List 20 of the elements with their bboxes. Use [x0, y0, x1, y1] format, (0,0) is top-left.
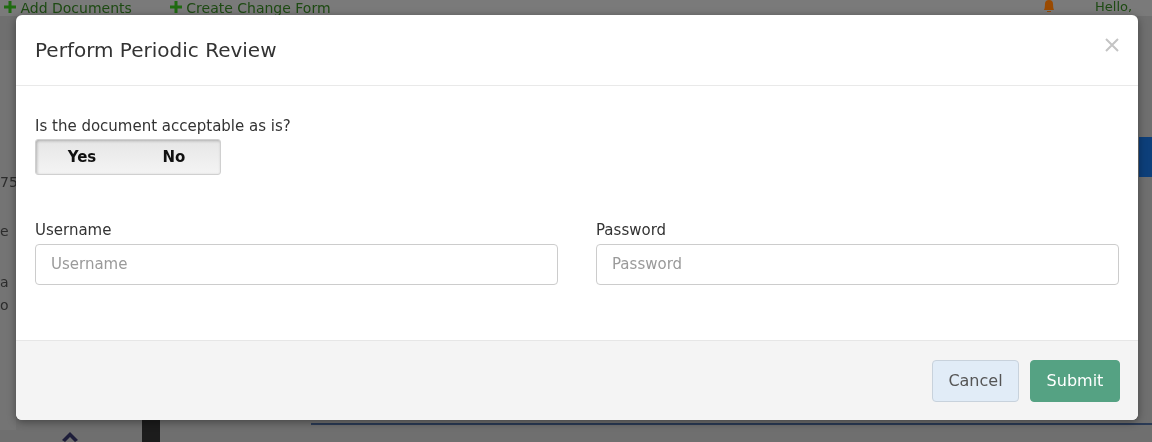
background-text: a: [0, 273, 9, 292]
field-label: Password: [596, 220, 668, 241]
panel-edge: [142, 420, 160, 442]
background-text: 75: [0, 173, 18, 192]
bell-icon[interactable]: [1041, 0, 1057, 12]
background-text: e: [0, 222, 9, 241]
close-icon[interactable]: [1105, 38, 1119, 52]
greeting-text: Hello,: [1095, 0, 1133, 14]
modal-title: Perform Periodic Review: [35, 38, 277, 62]
input-field[interactable]: Username: [35, 243, 558, 285]
background-text: o: [0, 296, 9, 315]
question-label: Is the document acceptable as is?: [35, 116, 292, 136]
cancel-button[interactable]: Cancel: [932, 359, 1019, 402]
toggle-option[interactable]: Yes: [36, 140, 128, 174]
plus-icon: [169, 1, 182, 13]
input-field[interactable]: Password: [596, 243, 1119, 285]
plus-icon: [4, 1, 16, 13]
field-label: Username: [35, 220, 113, 241]
button-edge[interactable]: [1139, 137, 1152, 177]
toggle-option[interactable]: No: [128, 140, 220, 174]
